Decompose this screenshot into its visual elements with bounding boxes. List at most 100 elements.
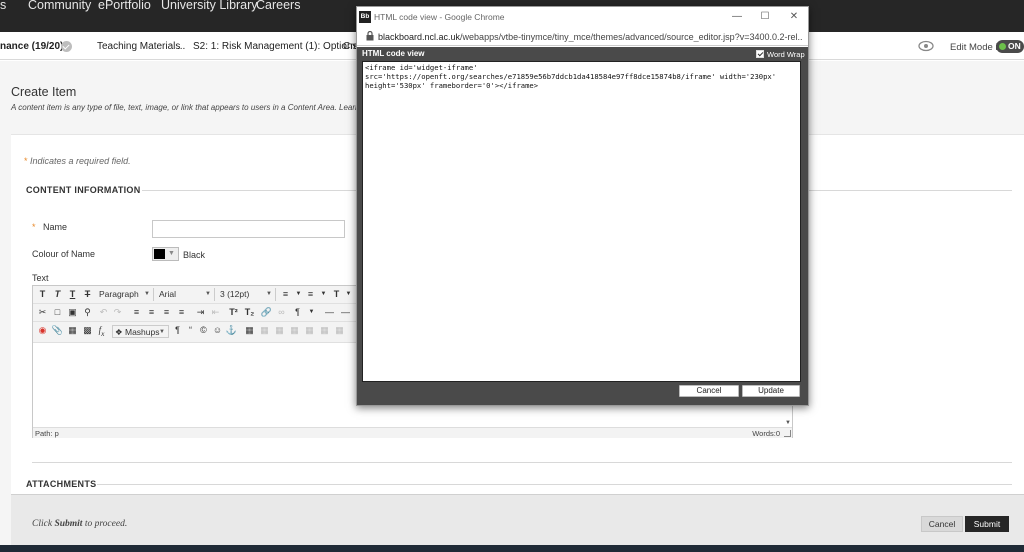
nav-item-careers[interactable]: Careers — [256, 0, 300, 11]
mashups-select[interactable]: ❖ Mashups ▼ — [112, 325, 169, 338]
redo-icon[interactable]: ↷ — [111, 306, 124, 319]
nav-item-university-library[interactable]: University Library — [161, 0, 258, 11]
nav-item-community[interactable]: Community — [28, 0, 91, 11]
breadcrumb-course[interactable]: nance (19/20) — [0, 41, 63, 52]
edit-mode-toggle[interactable]: ON — [996, 40, 1024, 53]
required-star: * — [24, 156, 28, 166]
check-circle-icon[interactable] — [61, 41, 72, 52]
word-wrap-checkbox[interactable] — [756, 50, 764, 58]
resize-handle-icon[interactable] — [784, 430, 791, 437]
maximize-icon[interactable]: ☐ — [758, 10, 772, 24]
link-icon[interactable]: 🔗 — [260, 306, 273, 319]
font-select-value: Arial — [159, 289, 177, 299]
scroll-down-icon[interactable]: ▼ — [785, 420, 791, 426]
paragraph-select-value: Paragraph — [99, 289, 139, 299]
table-delete-icon[interactable]: ▦ — [333, 324, 346, 337]
html-code-view-window: Bb HTML code view - Google Chrome — ☐ ✕ … — [356, 6, 809, 406]
table-icon[interactable]: ▦ — [243, 324, 256, 337]
word-count: Words:0 — [752, 429, 780, 438]
table-row-icon[interactable]: ▦ — [258, 324, 271, 337]
popup-cancel-button[interactable]: Cancel — [679, 385, 739, 397]
emoticon-icon[interactable]: ☺ — [211, 324, 224, 337]
font-select[interactable]: Arial ▼ — [157, 288, 215, 301]
mashups-select-value: Mashups — [124, 327, 160, 337]
table-split-icon[interactable]: ▦ — [318, 324, 331, 337]
subscript-icon[interactable]: T₂ — [243, 306, 256, 319]
chevron-down-icon[interactable]: ▼ — [305, 306, 318, 319]
paste-icon[interactable]: ▣ — [66, 306, 79, 319]
window-titlebar: Bb HTML code view - Google Chrome — ☐ ✕ — [357, 7, 808, 27]
name-input[interactable] — [152, 220, 345, 238]
chevron-down-icon: ▼ — [159, 329, 165, 335]
nav-item-eportfolio[interactable]: ePortfolio — [98, 0, 151, 11]
colour-swatch — [154, 249, 165, 259]
url-path: /webapps/vtbe-tinymce/tiny_mce/themes/ad… — [460, 32, 803, 42]
horizontal-rule-icon[interactable]: — — [323, 306, 336, 319]
formula-icon[interactable]: fx — [95, 324, 108, 338]
media-icon[interactable]: ▩ — [81, 324, 94, 337]
find-icon[interactable]: ⚲ — [81, 306, 94, 319]
update-button[interactable]: Update — [742, 385, 800, 397]
chevron-down-icon[interactable]: ▼ — [342, 288, 355, 301]
breadcrumb-ellipsis[interactable]: ... — [177, 41, 185, 52]
chevron-down-icon[interactable]: ▼ — [317, 288, 330, 301]
cancel-button[interactable]: Cancel — [921, 516, 963, 532]
submit-button[interactable]: Submit — [965, 516, 1009, 532]
align-left-icon[interactable]: ≡ — [130, 306, 143, 319]
html-code-textarea[interactable]: <iframe id='widget-iframe' src='https://… — [362, 61, 801, 382]
align-right-icon[interactable]: ≡ — [160, 306, 173, 319]
underline-icon[interactable]: T — [66, 288, 79, 301]
editor-status-bar: Path: p Words:0 — [33, 427, 792, 438]
strikethrough-icon[interactable]: T — [81, 288, 94, 301]
bullet-list-icon[interactable]: ≡ — [279, 288, 292, 301]
justify-icon[interactable]: ≡ — [175, 306, 188, 319]
align-center-icon[interactable]: ≡ — [145, 306, 158, 319]
breadcrumb-risk-management[interactable]: S2: 1: Risk Management (1): Options — [193, 41, 358, 52]
outdent-icon[interactable]: ⇤ — [209, 306, 222, 319]
horizontal-line-icon[interactable]: — — [339, 306, 352, 319]
section-divider — [97, 484, 1012, 485]
close-icon[interactable]: ✕ — [787, 10, 801, 24]
cut-icon[interactable]: ✂ — [36, 306, 49, 319]
pilcrow-icon[interactable]: ¶ — [171, 324, 184, 337]
eye-icon[interactable] — [918, 40, 934, 52]
italic-icon[interactable]: T — [51, 288, 64, 301]
unlink-icon[interactable]: ∞ — [275, 306, 288, 319]
text-style-icon[interactable]: T — [36, 288, 49, 301]
click-submit-suffix: to proceed. — [82, 519, 128, 529]
minimize-icon[interactable]: — — [730, 10, 744, 24]
colour-picker[interactable]: ▼ — [152, 247, 179, 261]
font-size-select-value: 3 (12pt) — [220, 289, 250, 299]
chevron-down-icon: ▼ — [168, 250, 175, 257]
url-text: blackboard.ncl.ac.uk/webapps/vtbe-tinymc… — [378, 32, 803, 42]
copyright-icon[interactable]: © — [197, 324, 210, 337]
numbered-list-icon[interactable]: ≡ — [304, 288, 317, 301]
quote-icon[interactable]: “ — [184, 324, 197, 337]
superscript-icon[interactable]: T² — [227, 306, 240, 319]
click-submit-instruction: Click Submit to proceed. — [32, 519, 127, 529]
font-size-select[interactable]: 3 (12pt) ▼ — [218, 288, 276, 301]
chevron-down-icon: ▼ — [205, 291, 211, 297]
indent-icon[interactable]: ⇥ — [194, 306, 207, 319]
paragraph-select[interactable]: Paragraph ▼ — [97, 288, 154, 301]
lock-icon — [366, 31, 374, 41]
image-icon[interactable]: ▦ — [66, 324, 79, 337]
code-view-panel: HTML code view Word Wrap <iframe id='wid… — [357, 47, 808, 405]
copy-icon[interactable]: □ — [51, 306, 64, 319]
table-merge-icon[interactable]: ▦ — [303, 324, 316, 337]
editor-path: Path: p — [35, 429, 59, 438]
word-wrap-label: Word Wrap — [767, 50, 805, 59]
chevron-down-icon: ▼ — [144, 291, 150, 297]
nav-item-partial[interactable]: s — [0, 0, 6, 11]
colour-of-name-label: Colour of Name — [32, 249, 96, 259]
record-icon[interactable]: ◉ — [36, 324, 49, 337]
paragraph-direction-icon[interactable]: ¶ — [291, 306, 304, 319]
table-column-icon[interactable]: ▦ — [273, 324, 286, 337]
blackboard-logo-icon: Bb — [359, 11, 371, 23]
attachment-icon[interactable]: 📎 — [51, 324, 64, 337]
breadcrumb-teaching-materials[interactable]: Teaching Materials — [97, 41, 180, 52]
table-cell-icon[interactable]: ▦ — [288, 324, 301, 337]
anchor-icon[interactable]: ⚓ — [225, 324, 238, 337]
url-bar[interactable]: blackboard.ncl.ac.uk/webapps/vtbe-tinymc… — [357, 27, 808, 46]
undo-icon[interactable]: ↶ — [97, 306, 110, 319]
